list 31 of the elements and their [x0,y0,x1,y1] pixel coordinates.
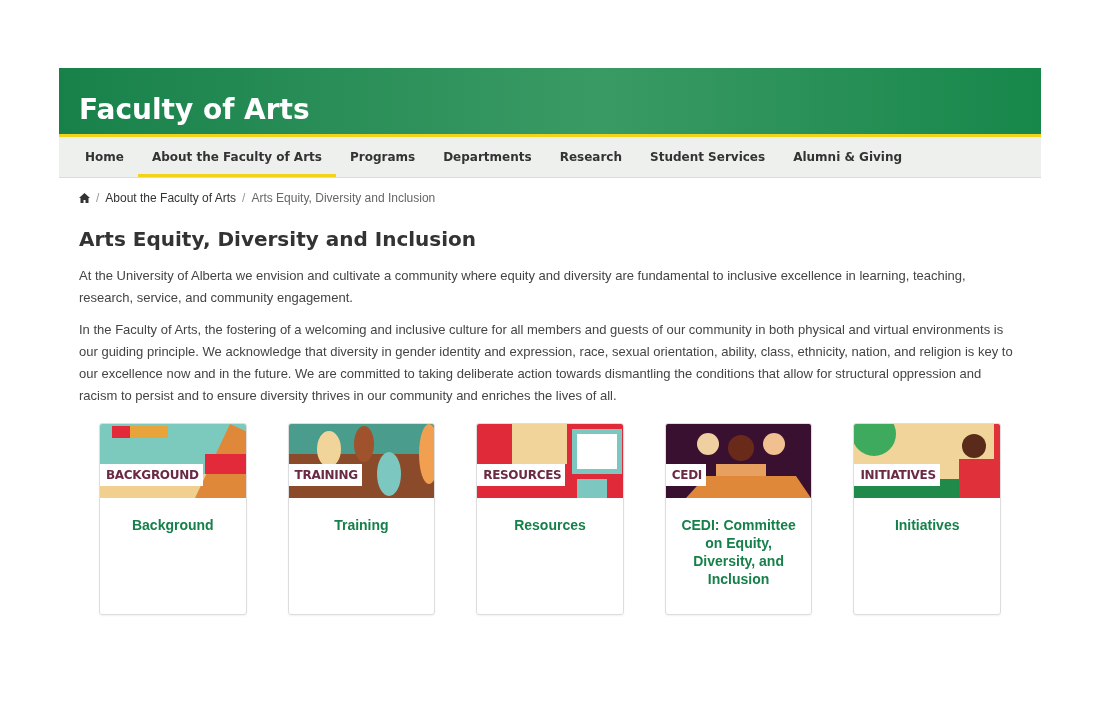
topic-card[interactable]: TRAINING Training [287,423,436,615]
nav-item[interactable]: Student Services [636,140,780,177]
topic-card[interactable]: INITIATIVES Initiatives [853,423,1001,615]
banner-label: CEDI [665,464,706,486]
card-title-link[interactable]: Initiatives [854,498,1000,534]
banner-label: INITIATIVES [854,464,940,486]
nav-item[interactable]: Departments [429,140,546,177]
card-title-link[interactable]: Training [288,498,435,534]
nav-item[interactable]: Research [545,140,636,177]
breadcrumb-separator: / [242,191,246,205]
nav-item[interactable]: Programs [335,140,430,177]
paragraph: In the Faculty of Arts, the fostering of a welcoming and inclusive culture for all members and guests of our community in both physical and virtual environments is our guiding principle. We acknowledge that diversity in gender identity and expression, race, sexual orientation, ability, class, ethnicity, nation, and religion is key to our excellence now and in the future. We are committed to taking deliberate action towards dismantling the conditions that allow for structural oppression and racism to persist and to ensure diversity thrives in our community and enriches the lives of all. [79,321,1014,405]
topic-card[interactable]: CEDI CEDI: Committee on Equity, Diversity, and Inclusion [664,423,813,615]
breadcrumb-separator: / [96,191,100,205]
banner-label: RESOURCES [477,464,566,486]
paragraph: At the University of Alberta we envision and cultivate a community where equity and diversity are fundamental to inclusive excellence in learning, teaching, research, service, and community engagement. [79,267,967,307]
nav-item[interactable]: Alumni & Giving [779,140,917,177]
breadcrumb-link[interactable]: About the Faculty of Arts [105,191,237,205]
breadcrumb-current: Arts Equity, Diversity and Inclusion [251,191,436,205]
card-title-link[interactable]: CEDI: Committee on Equity, Diversity, and Inclusion [665,498,812,588]
topic-card[interactable]: RESOURCES Resources [476,423,624,615]
page-heading: Arts Equity, Diversity and Inclusion [79,227,478,251]
banner-label: BACKGROUND [100,464,203,486]
site-title: Faculty of Arts [79,93,310,126]
card-title-link[interactable]: Background [100,498,246,534]
nav-item[interactable]: About the Faculty of Arts [137,140,336,177]
topic-card[interactable]: BACKGROUND Background [99,423,247,615]
card-title-link[interactable]: Resources [477,498,623,534]
banner-label: TRAINING [288,464,362,486]
nav-item[interactable]: Home [71,140,138,177]
home-icon[interactable] [79,193,90,203]
